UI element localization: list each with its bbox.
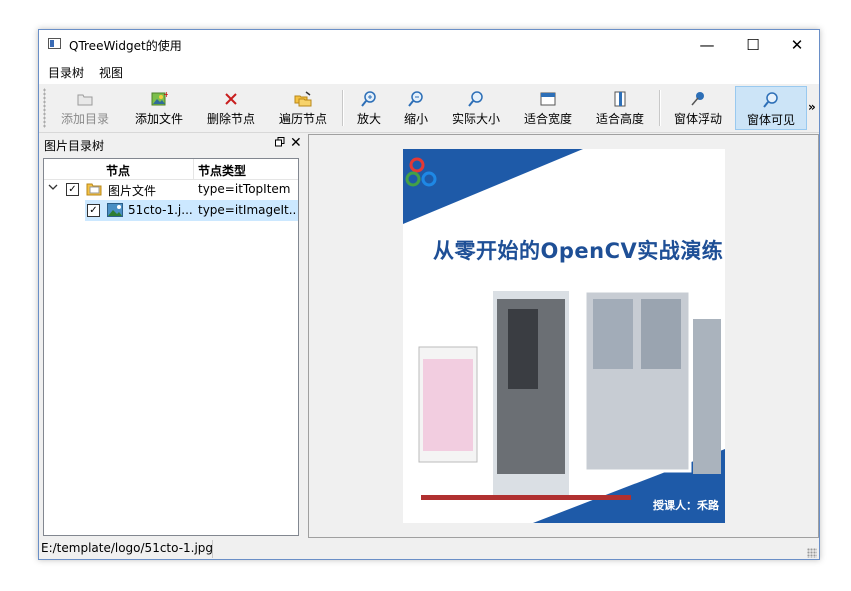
node-type: type=itTopItem (198, 182, 291, 196)
app-icon (48, 38, 61, 49)
tree-row[interactable]: ✓ 图片文件 type=itTopItem (44, 179, 298, 200)
minimize-button[interactable]: — (684, 30, 730, 60)
pushpin-icon (689, 90, 707, 108)
delete-node-label: 删除节点 (206, 112, 255, 126)
actual-size-label: 实际大小 (451, 112, 500, 126)
image-headline: 从零开始的OpenCV实战演练 (433, 239, 724, 263)
resize-grip-icon[interactable] (807, 548, 817, 558)
zoom-out-label: 缩小 (403, 112, 428, 126)
preview-image: 从零开始的OpenCV实战演练 授课人：禾路 (403, 149, 725, 523)
delete-icon (222, 90, 240, 108)
fit-height-icon (611, 90, 629, 108)
toolbar-separator (659, 90, 661, 126)
zoom-in-icon (360, 90, 378, 108)
magnifier-icon (467, 90, 485, 108)
main-window: QTreeWidget的使用 — ☐ ✕ 目录树 视图 添加目录 + 添加文件 … (38, 29, 820, 560)
float-window-label: 窗体浮动 (673, 112, 722, 126)
node-type: type=itImageIt... (198, 203, 296, 217)
zoom-in-button[interactable]: 放大 (348, 86, 390, 130)
add-directory-label: 添加目录 (60, 112, 109, 126)
dock-panel: 图片目录树 ✕ 节点 节点类型 ✓ 图片文件 type=itTopItem ✓ … (41, 134, 305, 538)
fit-width-icon (539, 90, 557, 108)
fit-width-label: 适合宽度 (523, 112, 572, 126)
menu-view[interactable]: 视图 (99, 64, 123, 81)
window-title: QTreeWidget的使用 (69, 39, 182, 53)
checkbox[interactable]: ✓ (87, 204, 100, 217)
fit-width-button[interactable]: 适合宽度 (516, 86, 580, 130)
zoom-out-button[interactable]: 缩小 (396, 86, 436, 130)
toolbar-overflow-button[interactable]: » (808, 100, 816, 114)
menu-bar: 目录树 视图 (39, 60, 819, 84)
float-window-button[interactable]: 窗体浮动 (666, 86, 730, 130)
add-file-label: 添加文件 (134, 112, 183, 126)
dock-float-icon[interactable] (275, 137, 285, 150)
toolbar: 添加目录 + 添加文件 删除节点 遍历节点 放大 缩小 实际大小 适合宽度 适合… (39, 84, 819, 133)
add-image-icon: + (150, 90, 170, 108)
tree-row[interactable]: ✓ 51cto-1.j... type=itImageIt... (44, 200, 298, 221)
status-separator (212, 540, 213, 558)
toolbar-grip[interactable] (43, 88, 46, 128)
status-bar: E:/template/logo/51cto-1.jpg (39, 538, 819, 560)
node-label: 图片文件 (108, 184, 157, 198)
dock-title-bar[interactable]: 图片目录树 ✕ (41, 134, 305, 154)
dock-title: 图片目录树 (44, 139, 105, 153)
window-visible-label: 窗体可见 (746, 113, 795, 127)
toolbar-separator (342, 90, 344, 126)
zoom-out-icon (407, 90, 425, 108)
image-tree[interactable]: 节点 节点类型 ✓ 图片文件 type=itTopItem ✓ 51cto-1.… (43, 158, 299, 536)
delete-node-button[interactable]: 删除节点 (199, 86, 263, 130)
header-node[interactable]: 节点 (106, 162, 130, 179)
actual-size-button[interactable]: 实际大小 (444, 86, 508, 130)
dock-close-icon[interactable]: ✕ (290, 135, 302, 151)
traverse-nodes-label: 遍历节点 (278, 112, 327, 126)
image-footer-text: 授课人：禾路 (653, 499, 719, 512)
tree-header: 节点 节点类型 (44, 159, 298, 180)
add-directory-button[interactable]: 添加目录 (53, 86, 117, 130)
maximize-button[interactable]: ☐ (730, 30, 776, 60)
node-label: 51cto-1.j... (128, 203, 192, 217)
menu-directory-tree[interactable]: 目录树 (48, 64, 84, 81)
header-node-type[interactable]: 节点类型 (198, 162, 246, 179)
close-button[interactable]: ✕ (774, 30, 820, 60)
svg-text:+: + (163, 90, 168, 99)
fit-height-button[interactable]: 适合高度 (588, 86, 652, 130)
traverse-nodes-button[interactable]: 遍历节点 (271, 86, 335, 130)
image-file-icon (107, 203, 123, 217)
folder-icon (86, 182, 102, 196)
checkbox[interactable]: ✓ (66, 183, 79, 196)
traverse-folders-icon (294, 90, 312, 108)
title-bar[interactable]: QTreeWidget的使用 — ☐ ✕ (39, 30, 819, 60)
folder-open-icon (76, 90, 94, 108)
header-divider (193, 159, 194, 179)
image-viewer[interactable]: 从零开始的OpenCV实战演练 授课人：禾路 (308, 134, 819, 538)
chevron-down-icon[interactable] (48, 182, 58, 195)
zoom-in-label: 放大 (356, 112, 381, 126)
status-file-path: E:/template/logo/51cto-1.jpg (41, 541, 214, 555)
fit-height-label: 适合高度 (595, 112, 644, 126)
magnifier-icon (762, 91, 780, 109)
add-file-button[interactable]: + 添加文件 (127, 86, 191, 130)
window-visible-button[interactable]: 窗体可见 (735, 86, 807, 130)
